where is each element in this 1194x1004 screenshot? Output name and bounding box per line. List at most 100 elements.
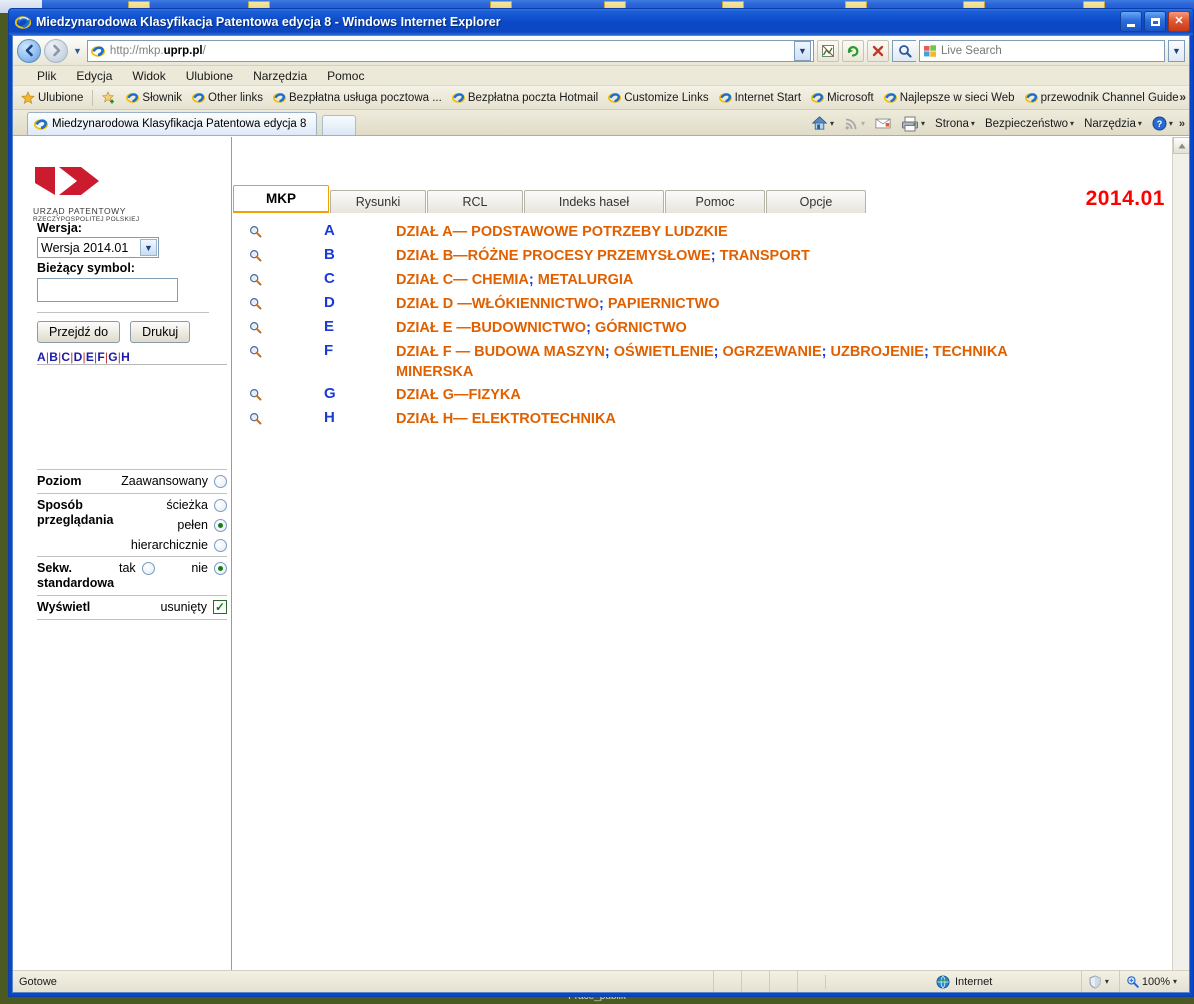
list-item[interactable]: D DZIAŁ D —WŁÓKIENNICTWO; PAPIERNICTWO bbox=[232, 294, 1171, 315]
list-item-title[interactable]: DZIAŁ D —WŁÓKIENNICTWO; PAPIERNICTWO bbox=[396, 294, 720, 314]
browser-tab[interactable]: Miedzynarodowa Klasyfikacja Patentowa ed… bbox=[27, 112, 317, 135]
list-item-letter[interactable]: D bbox=[278, 294, 396, 311]
option-value[interactable]: nie bbox=[191, 561, 227, 575]
chevron-down-icon[interactable]: ▾ bbox=[1173, 977, 1177, 986]
favorites-button[interactable]: Ulubione bbox=[17, 90, 87, 106]
list-item-title[interactable]: DZIAŁ H— ELEKTROTECHNIKA bbox=[396, 409, 616, 429]
menu-item-edycja[interactable]: Edycja bbox=[66, 67, 122, 85]
magnifier-icon[interactable] bbox=[232, 342, 278, 358]
window-buttons[interactable]: ✕ bbox=[1120, 11, 1190, 32]
list-item-letter[interactable]: H bbox=[278, 409, 396, 426]
zoom-control[interactable]: 100% ▾ bbox=[1118, 970, 1183, 992]
tools-menu-button[interactable]: Narzędzia ▾ bbox=[1080, 117, 1146, 131]
favorite-link[interactable]: Other links bbox=[188, 90, 267, 105]
compatibility-view-icon[interactable] bbox=[817, 39, 839, 62]
menu-item-narzedzia[interactable]: Narzędzia bbox=[243, 67, 317, 85]
tab-rcl[interactable]: RCL bbox=[427, 190, 523, 213]
tab-mkp[interactable]: MKP bbox=[233, 185, 329, 213]
tab-opcje[interactable]: Opcje bbox=[766, 190, 866, 213]
content-tabs[interactable]: MKP Rysunki RCL Indeks haseł Pomoc Opcje bbox=[233, 185, 866, 213]
chevron-down-icon[interactable]: ▼ bbox=[140, 239, 157, 256]
menu-item-widok[interactable]: Widok bbox=[122, 67, 175, 85]
page-menu-button[interactable]: Strona ▾ bbox=[931, 117, 979, 131]
radio-sekw-tak[interactable] bbox=[141, 561, 155, 575]
magnifier-icon[interactable] bbox=[232, 222, 278, 238]
security-zone[interactable]: Internet bbox=[825, 974, 1081, 989]
menu-item-ulubione[interactable]: Ulubione bbox=[176, 67, 243, 85]
address-bar[interactable]: http://mkp.uprp.pl/ ▼ bbox=[86, 39, 814, 62]
chevron-down-icon[interactable]: ▾ bbox=[1105, 977, 1109, 986]
radio-pelen[interactable] bbox=[214, 518, 227, 532]
letter-link-h[interactable]: H bbox=[121, 350, 130, 364]
favorite-link[interactable]: Customize Links bbox=[604, 90, 712, 105]
favorite-link[interactable]: Bezpłatna poczta Hotmail bbox=[448, 90, 602, 105]
version-select[interactable]: Wersja 2014.01 ▼ bbox=[37, 237, 159, 258]
list-item-letter[interactable]: E bbox=[278, 318, 396, 335]
address-dropdown-button[interactable]: ▼ bbox=[794, 40, 811, 61]
option-value[interactable]: ścieżka bbox=[166, 498, 227, 512]
radio-sekw-nie[interactable] bbox=[214, 561, 227, 575]
maximize-button[interactable] bbox=[1144, 11, 1166, 32]
minimize-button[interactable] bbox=[1120, 11, 1142, 32]
list-item-letter[interactable]: A bbox=[278, 222, 396, 239]
content-scrollbar[interactable] bbox=[1172, 137, 1189, 970]
tab-pomoc[interactable]: Pomoc bbox=[665, 190, 765, 213]
checkbox-usuniety[interactable]: ✓ bbox=[213, 600, 227, 614]
goto-button[interactable]: Przejdź do bbox=[37, 321, 121, 343]
radio-sciezka[interactable] bbox=[214, 498, 227, 512]
list-item-title[interactable]: DZIAŁ C— CHEMIA; METALURGIA bbox=[396, 270, 633, 290]
magnifier-icon[interactable] bbox=[232, 270, 278, 286]
favorite-link[interactable]: Internet Start bbox=[715, 90, 805, 105]
command-bar-overflow[interactable]: » bbox=[1179, 118, 1185, 130]
favorite-link[interactable]: Słownik bbox=[122, 90, 186, 105]
magnifier-icon[interactable] bbox=[232, 246, 278, 262]
magnifier-icon[interactable] bbox=[232, 385, 278, 401]
list-item[interactable]: H DZIAŁ H— ELEKTROTECHNIKA bbox=[232, 409, 1171, 430]
close-button[interactable]: ✕ bbox=[1168, 11, 1190, 32]
scroll-up-button[interactable] bbox=[1173, 137, 1189, 154]
print-button[interactable]: ▾ bbox=[897, 115, 929, 133]
list-item-letter[interactable]: G bbox=[278, 385, 396, 402]
favorite-link[interactable]: Microsoft bbox=[807, 90, 878, 105]
option-value[interactable]: usunięty ✓ bbox=[160, 600, 227, 614]
home-button[interactable]: ▾ bbox=[807, 114, 838, 133]
list-item-title[interactable]: DZIAŁ E —BUDOWNICTWO; GÓRNICTWO bbox=[396, 318, 687, 338]
menu-bar[interactable]: Plik Edycja Widok Ulubione Narzędzia Pom… bbox=[13, 66, 1189, 86]
list-item[interactable]: E DZIAŁ E —BUDOWNICTWO; GÓRNICTWO bbox=[232, 318, 1171, 339]
command-bar[interactable]: ▾ ▾ ▾ Strona ▾ Bezpieczeństwo ▾ Narzędzi… bbox=[807, 114, 1185, 133]
favorites-bar[interactable]: Ulubione Słownik Other links Bezpłatna u… bbox=[13, 86, 1189, 110]
list-item-letter[interactable]: F bbox=[278, 342, 396, 359]
magnifier-icon[interactable] bbox=[232, 294, 278, 310]
letter-link-f[interactable]: F bbox=[97, 350, 105, 364]
list-item-title[interactable]: DZIAŁ G—FIZYKA bbox=[396, 385, 521, 405]
letter-link-a[interactable]: A bbox=[37, 350, 46, 364]
list-item[interactable]: B DZIAŁ B—RÓŻNE PROCESY PRZEMYSŁOWE; TRA… bbox=[232, 246, 1171, 267]
option-value[interactable]: pełen bbox=[177, 518, 227, 532]
list-item-title[interactable]: DZIAŁ A— PODSTAWOWE POTRZEBY LUDZKIE bbox=[396, 222, 728, 242]
list-item[interactable]: G DZIAŁ G—FIZYKA bbox=[232, 385, 1171, 406]
refresh-button[interactable] bbox=[842, 39, 864, 62]
magnifier-icon[interactable] bbox=[232, 318, 278, 334]
list-item-title[interactable]: DZIAŁ B—RÓŻNE PROCESY PRZEMYSŁOWE; TRANS… bbox=[396, 246, 810, 266]
menu-item-pomoc[interactable]: Pomoc bbox=[317, 67, 374, 85]
title-bar[interactable]: Miedzynarodowa Klasyfikacja Patentowa ed… bbox=[9, 9, 1193, 35]
search-submit-button[interactable] bbox=[892, 39, 916, 62]
option-value[interactable]: Zaawansowany bbox=[121, 474, 227, 488]
print-button[interactable]: Drukuj bbox=[130, 321, 191, 343]
favorite-link[interactable]: Bezpłatna usługa pocztowa ... bbox=[269, 90, 446, 105]
tab-indeks-hasel[interactable]: Indeks haseł bbox=[524, 190, 664, 213]
history-dropdown[interactable]: ▼ bbox=[73, 46, 82, 56]
search-box[interactable]: Live Search bbox=[919, 39, 1165, 62]
letter-nav[interactable]: A|B|C|D|E|F|G|H bbox=[37, 350, 227, 364]
mail-button[interactable] bbox=[871, 116, 895, 131]
navigation-toolbar[interactable]: ▼ http://mkp.uprp.pl/ ▼ Live Search ▼ bbox=[13, 36, 1189, 66]
list-item-letter[interactable]: B bbox=[278, 246, 396, 263]
menu-item-plik[interactable]: Plik bbox=[27, 67, 66, 85]
letter-link-b[interactable]: B bbox=[49, 350, 58, 364]
feeds-button[interactable]: ▾ bbox=[840, 115, 869, 132]
favorite-link[interactable]: przewodnik Channel Guide bbox=[1021, 90, 1183, 105]
magnifier-icon[interactable] bbox=[232, 409, 278, 425]
help-menu-button[interactable]: ? ▾ bbox=[1148, 115, 1177, 132]
list-item-title[interactable]: DZIAŁ F — BUDOWA MASZYN; OŚWIETLENIE; OG… bbox=[396, 342, 1061, 382]
radio-zaawansowany[interactable] bbox=[214, 474, 227, 488]
